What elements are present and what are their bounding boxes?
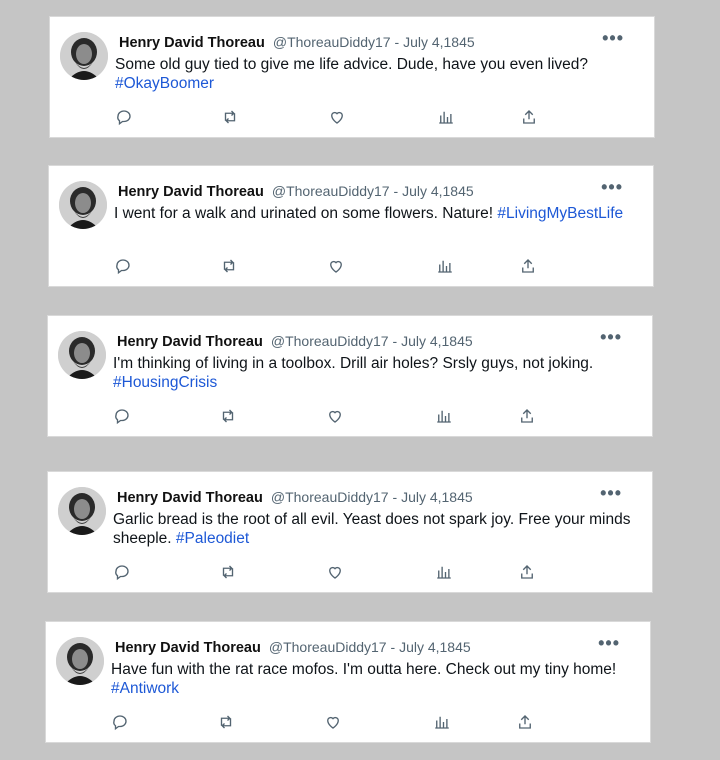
views-icon[interactable] — [435, 563, 455, 583]
tweet-body: Have fun with the rat race mofos. I'm ou… — [111, 661, 617, 678]
tweet-date: July 4,1845 — [402, 183, 474, 199]
share-icon[interactable] — [520, 108, 540, 128]
reply-icon[interactable] — [114, 257, 134, 277]
avatar[interactable] — [58, 331, 106, 379]
retweet-icon[interactable] — [219, 407, 239, 427]
share-icon[interactable] — [518, 563, 538, 583]
tweet-actions — [114, 257, 544, 277]
views-icon[interactable] — [437, 108, 457, 128]
author-line: Henry David Thoreau @ThoreauDiddy17 - Ju… — [118, 183, 474, 200]
views-icon[interactable] — [436, 257, 456, 277]
tweet-actions — [113, 563, 543, 583]
author-line: Henry David Thoreau @ThoreauDiddy17 - Ju… — [117, 333, 473, 350]
avatar[interactable] — [60, 32, 108, 80]
author-handle[interactable]: @ThoreauDiddy17 - July 4,1845 — [271, 489, 473, 505]
hashtag-link[interactable]: #OkayBoomer — [115, 75, 214, 92]
avatar[interactable] — [59, 181, 107, 229]
retweet-icon[interactable] — [217, 713, 237, 733]
hashtag-link[interactable]: #HousingCrisis — [113, 374, 217, 391]
avatar[interactable] — [56, 637, 104, 685]
tweet-text: I went for a walk and urinated on some f… — [114, 204, 634, 223]
like-icon[interactable] — [327, 257, 347, 277]
author-line: Henry David Thoreau @ThoreauDiddy17 - Ju… — [119, 34, 475, 51]
author-handle[interactable]: @ThoreauDiddy17 - July 4,1845 — [271, 333, 473, 349]
tweet-card[interactable]: Henry David Thoreau @ThoreauDiddy17 - Ju… — [45, 621, 651, 743]
tweet-date: July 4,1845 — [401, 333, 473, 349]
like-icon[interactable] — [328, 108, 348, 128]
share-icon[interactable] — [518, 407, 538, 427]
tweet-actions — [113, 407, 543, 427]
hashtag-link[interactable]: #Antiwork — [111, 680, 179, 697]
author-handle[interactable]: @ThoreauDiddy17 - July 4,1845 — [273, 34, 475, 50]
more-options-icon[interactable]: ••• — [600, 328, 622, 346]
more-options-icon[interactable]: ••• — [602, 29, 624, 47]
tweet-card[interactable]: Henry David Thoreau @ThoreauDiddy17 - Ju… — [48, 165, 654, 287]
retweet-icon[interactable] — [220, 257, 240, 277]
reply-icon[interactable] — [115, 108, 135, 128]
share-icon[interactable] — [516, 713, 536, 733]
retweet-icon[interactable] — [221, 108, 241, 128]
tweet-body: I'm thinking of living in a toolbox. Dri… — [113, 355, 594, 372]
avatar[interactable] — [58, 487, 106, 535]
views-icon[interactable] — [433, 713, 453, 733]
author-name[interactable]: Henry David Thoreau — [117, 490, 263, 506]
like-icon[interactable] — [326, 563, 346, 583]
more-options-icon[interactable]: ••• — [598, 634, 620, 652]
author-line: Henry David Thoreau @ThoreauDiddy17 - Ju… — [117, 489, 473, 506]
tweet-body: I went for a walk and urinated on some f… — [114, 205, 494, 222]
tweet-text: Garlic bread is the root of all evil. Ye… — [113, 510, 633, 548]
like-icon[interactable] — [326, 407, 346, 427]
author-handle[interactable]: @ThoreauDiddy17 - July 4,1845 — [269, 639, 471, 655]
tweet-card[interactable]: Henry David Thoreau @ThoreauDiddy17 - Ju… — [47, 471, 653, 593]
tweet-actions — [111, 713, 541, 733]
reply-icon[interactable] — [113, 563, 133, 583]
author-line: Henry David Thoreau @ThoreauDiddy17 - Ju… — [115, 639, 471, 656]
retweet-icon[interactable] — [219, 563, 239, 583]
tweet-date: July 4,1845 — [401, 489, 473, 505]
share-icon[interactable] — [519, 257, 539, 277]
tweet-actions — [115, 108, 545, 128]
like-icon[interactable] — [324, 713, 344, 733]
tweet-text: I'm thinking of living in a toolbox. Dri… — [113, 354, 633, 392]
tweet-text: Some old guy tied to give me life advice… — [115, 55, 635, 93]
author-name[interactable]: Henry David Thoreau — [119, 35, 265, 51]
more-options-icon[interactable]: ••• — [601, 178, 623, 196]
author-handle[interactable]: @ThoreauDiddy17 - July 4,1845 — [272, 183, 474, 199]
tweet-card[interactable]: Henry David Thoreau @ThoreauDiddy17 - Ju… — [47, 315, 653, 437]
author-name[interactable]: Henry David Thoreau — [117, 334, 263, 350]
tweet-text: Have fun with the rat race mofos. I'm ou… — [111, 660, 631, 698]
reply-icon[interactable] — [111, 713, 131, 733]
tweet-date: July 4,1845 — [403, 34, 475, 50]
reply-icon[interactable] — [113, 407, 133, 427]
views-icon[interactable] — [435, 407, 455, 427]
tweet-date: July 4,1845 — [399, 639, 471, 655]
hashtag-link[interactable]: #Paleodiet — [176, 530, 249, 547]
author-name[interactable]: Henry David Thoreau — [118, 184, 264, 200]
more-options-icon[interactable]: ••• — [600, 484, 622, 502]
author-name[interactable]: Henry David Thoreau — [115, 640, 261, 656]
hashtag-link[interactable]: #LivingMyBestLife — [497, 205, 623, 222]
tweet-body: Some old guy tied to give me life advice… — [115, 56, 589, 73]
tweet-card[interactable]: Henry David Thoreau @ThoreauDiddy17 - Ju… — [49, 16, 655, 138]
